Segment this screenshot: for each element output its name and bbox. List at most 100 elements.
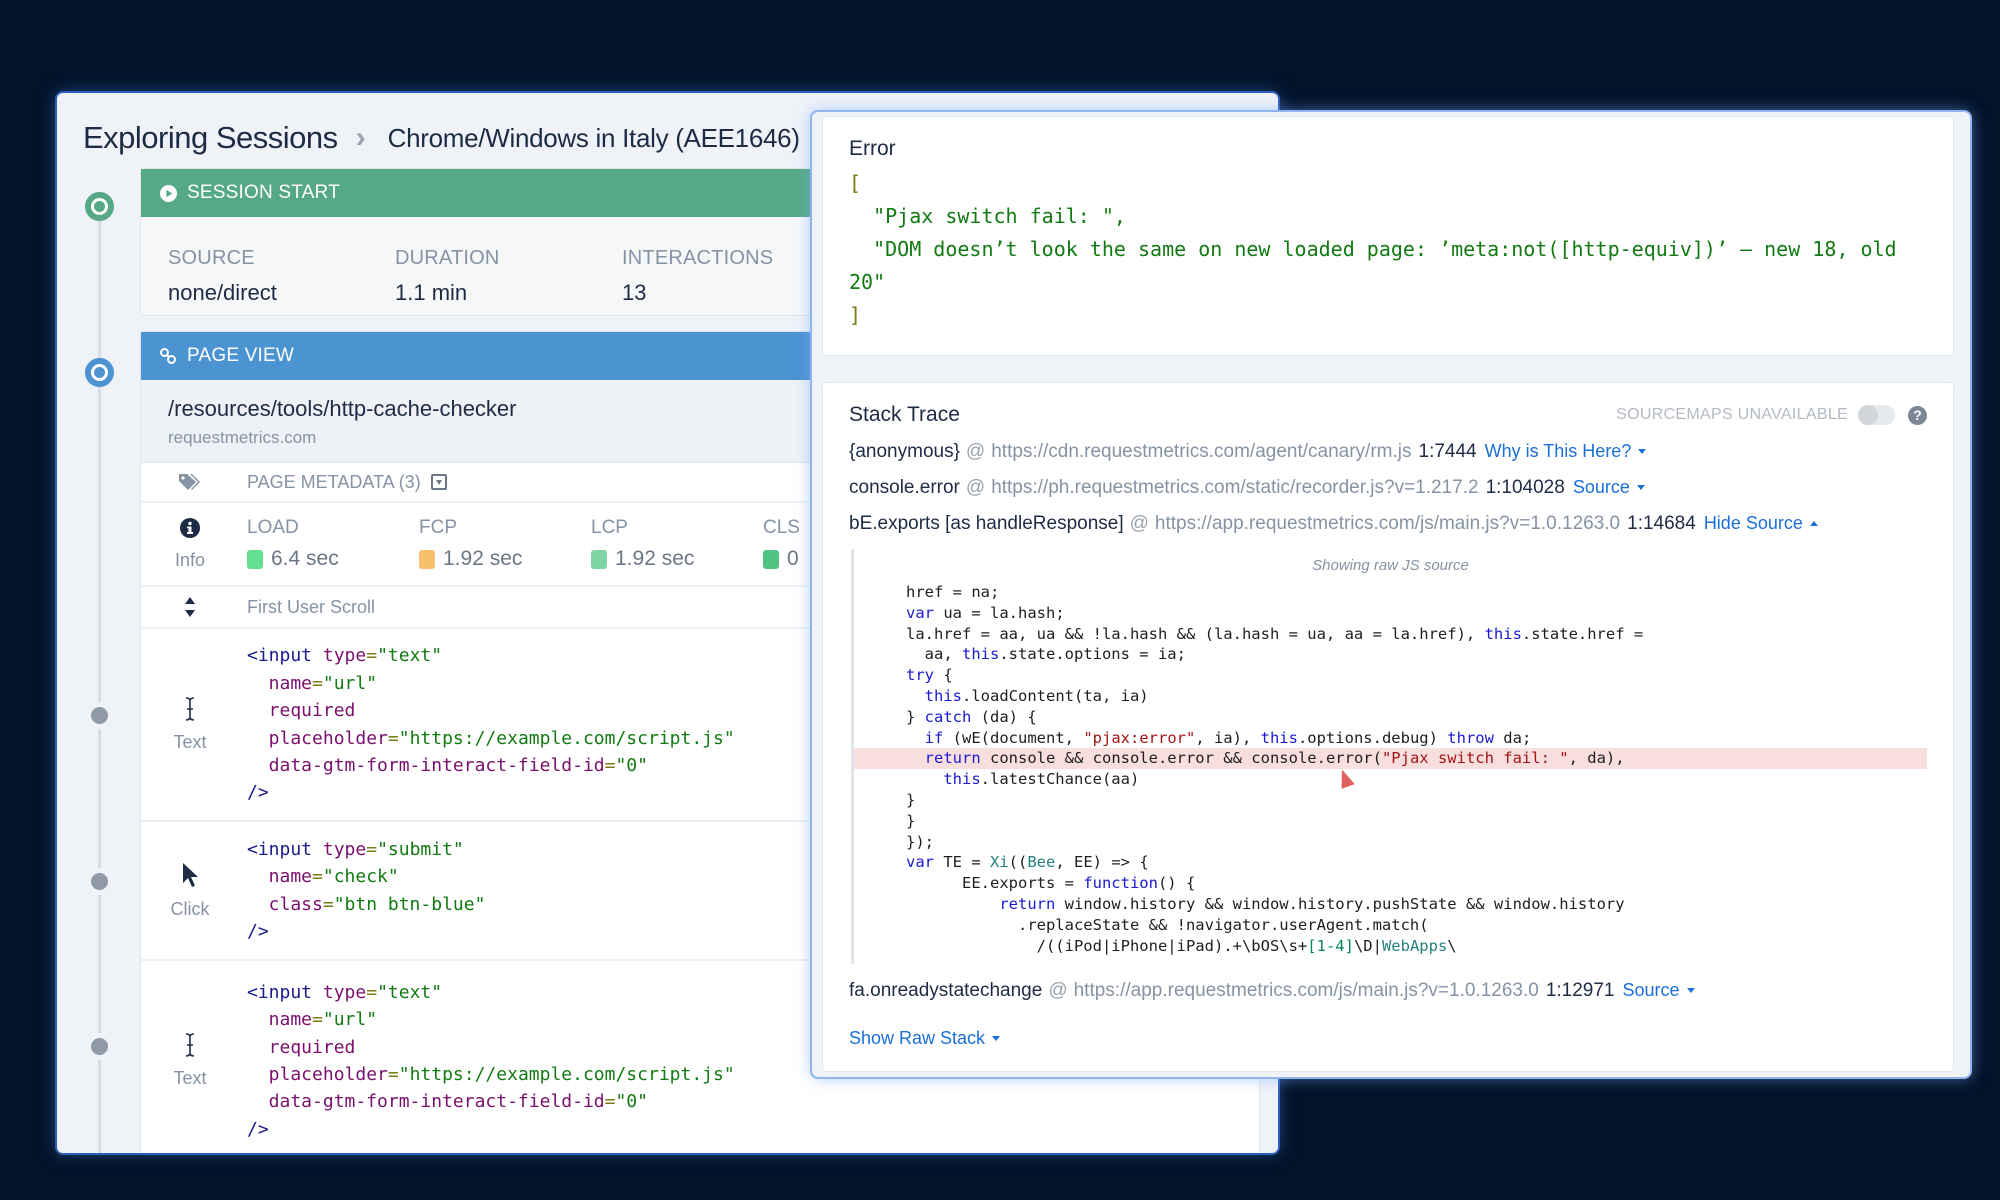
- error-message: [ "Pjax switch fail: ", "DOM doesn’t loo…: [849, 167, 1927, 332]
- source-token: da;: [1493, 728, 1532, 747]
- source-line: la.href = aa, ua && !la.hash && (la.hash…: [854, 624, 1927, 645]
- metric-label: LOAD: [247, 517, 299, 538]
- frame-url[interactable]: https://cdn.requestmetrics.com/agent/can…: [991, 441, 1411, 463]
- stack-frame: {anonymous} @ https://cdn.requestmetrics…: [849, 441, 1927, 463]
- status-swatch: [419, 549, 435, 569]
- code-token: "url": [322, 1009, 378, 1031]
- source-token: this: [943, 770, 981, 789]
- error-detail-panel: Error [ "Pjax switch fail: ", "DOM doesn…: [812, 112, 1970, 1077]
- event-kind-column: Text: [141, 961, 239, 1153]
- source-caption: Showing raw JS source: [1312, 557, 1469, 574]
- source-token: return: [924, 749, 981, 768]
- code-token: />: [247, 1118, 269, 1140]
- frame-at: @: [1129, 513, 1149, 534]
- code-token: =: [366, 645, 378, 667]
- source-token: , ia),: [1195, 728, 1261, 747]
- source-token: if: [924, 728, 944, 747]
- source-token: /((iPod|iPhone|iPad).+\bOS\s+: [906, 936, 1308, 955]
- hide-source-button[interactable]: Hide Source: [1704, 513, 1818, 534]
- source-token: try: [906, 666, 934, 685]
- frame-at: @: [965, 477, 986, 498]
- frame-at: @: [965, 441, 986, 462]
- source-token: aa,: [906, 645, 962, 664]
- source-line: /((iPod|iPhone|iPad).+\bOS\s+[1-4]\D|Web…: [854, 936, 1927, 957]
- metric-value: 1.92 sec: [443, 547, 523, 570]
- stat-source: SOURCE none/direct: [168, 247, 395, 306]
- source-token: [906, 895, 999, 913]
- source-line: this.loadContent(ta, ia): [854, 686, 1927, 707]
- stat-value: 1.1 min: [395, 280, 468, 305]
- code-line: <input type="submit": [247, 836, 485, 863]
- source-token: }: [906, 790, 916, 809]
- source-line: href = na;: [854, 582, 1927, 603]
- source-token: this: [1260, 728, 1298, 747]
- source-token: function: [1083, 874, 1158, 893]
- frame-function: {anonymous}: [849, 441, 960, 462]
- source-token: });: [906, 832, 934, 851]
- caret-up-icon: [1809, 521, 1818, 526]
- code-token: "0": [615, 1091, 648, 1113]
- source-token: (da) {: [971, 707, 1037, 726]
- show-source-button[interactable]: Source: [1573, 477, 1645, 498]
- close-bracket: ]: [849, 303, 862, 327]
- code-token: <input: [247, 838, 323, 860]
- source-token: Bee: [1027, 853, 1056, 872]
- timeline-event-dot[interactable]: [91, 1038, 108, 1055]
- source-token: \: [1447, 936, 1457, 955]
- scroll-event-label: First User Scroll: [247, 596, 376, 617]
- code-token: data-gtm-form-interact-field-id: [247, 1091, 605, 1113]
- frame-url[interactable]: https://app.requestmetrics.com/js/main.j…: [1074, 980, 1539, 1002]
- stack-trace-card: Stack Trace SOURCEMAPS UNAVAILABLE ? {an…: [822, 382, 1954, 1072]
- frame-function: bE.exports [as handleResponse]: [849, 513, 1124, 534]
- frame-link-label: Source: [1622, 980, 1680, 1001]
- stack-trace-title: Stack Trace: [849, 403, 960, 426]
- event-kind-label: Click: [170, 898, 210, 919]
- code-token: "url": [322, 672, 378, 694]
- stat-duration: DURATION 1.1 min: [395, 247, 622, 306]
- session-start-title: SESSION START: [187, 182, 340, 203]
- source-line: .replaceState && !navigator.userAgent.ma…: [854, 915, 1927, 936]
- open-bracket: [: [849, 171, 862, 195]
- frame-at: @: [1048, 980, 1068, 1002]
- code-token: placeholder: [247, 1064, 388, 1085]
- link-icon: [159, 347, 177, 365]
- timeline-event-dot[interactable]: [91, 707, 108, 724]
- tag-icon: [141, 463, 239, 501]
- code-line: />: [247, 779, 735, 806]
- source-line: this.latestChance(aa): [854, 769, 1927, 790]
- code-token: required: [247, 1036, 356, 1058]
- code-line: placeholder="https://example.com/script.…: [247, 725, 735, 752]
- timeline-event-dot[interactable]: [91, 873, 108, 890]
- code-token: data-gtm-form-interact-field-id: [247, 754, 605, 776]
- code-token: "btn btn-blue": [333, 893, 486, 915]
- source-viewer: Showing raw JS source href = na; var ua =…: [851, 549, 1927, 965]
- metric-fcp: FCP 1.92 sec: [419, 517, 591, 571]
- sourcemaps-control: SOURCEMAPS UNAVAILABLE ?: [1616, 405, 1927, 425]
- code-token: type: [322, 838, 367, 860]
- status-swatch: [247, 549, 263, 569]
- frame-function: fa.onreadystatechange: [849, 980, 1043, 1002]
- source-line: });: [854, 832, 1927, 853]
- code-token: "check": [322, 866, 399, 888]
- code-token: =: [366, 981, 378, 1003]
- source-token: ua = la.hash;: [934, 603, 1065, 622]
- code-line: data-gtm-form-interact-field-id="0": [247, 1088, 735, 1115]
- element-code: <input type="text" name="url" required p…: [247, 979, 735, 1143]
- source-line: try {: [854, 665, 1927, 686]
- text-cursor-icon: [183, 1033, 197, 1062]
- why-is-this-here-button[interactable]: Why is This Here?: [1485, 441, 1647, 462]
- frame-url[interactable]: https://ph.requestmetrics.com/static/rec…: [991, 477, 1478, 499]
- breadcrumb-root-link[interactable]: Exploring Sessions: [83, 120, 338, 156]
- code-line: <input type="text": [247, 642, 735, 669]
- source-token: var: [906, 603, 934, 622]
- code-token: =: [387, 1064, 399, 1085]
- show-source-button[interactable]: Source: [1623, 980, 1695, 1001]
- expand-toggle-icon[interactable]: [430, 474, 447, 490]
- help-icon[interactable]: ?: [1908, 405, 1927, 425]
- sourcemaps-toggle[interactable]: [1858, 405, 1895, 425]
- source-token: .state.href =: [1521, 624, 1644, 643]
- show-raw-stack-button[interactable]: Show Raw Stack: [849, 1028, 1001, 1049]
- source-token: (wE(document,: [943, 728, 1084, 747]
- frame-url[interactable]: https://app.requestmetrics.com/js/main.j…: [1155, 513, 1620, 535]
- code-line: />: [247, 918, 485, 945]
